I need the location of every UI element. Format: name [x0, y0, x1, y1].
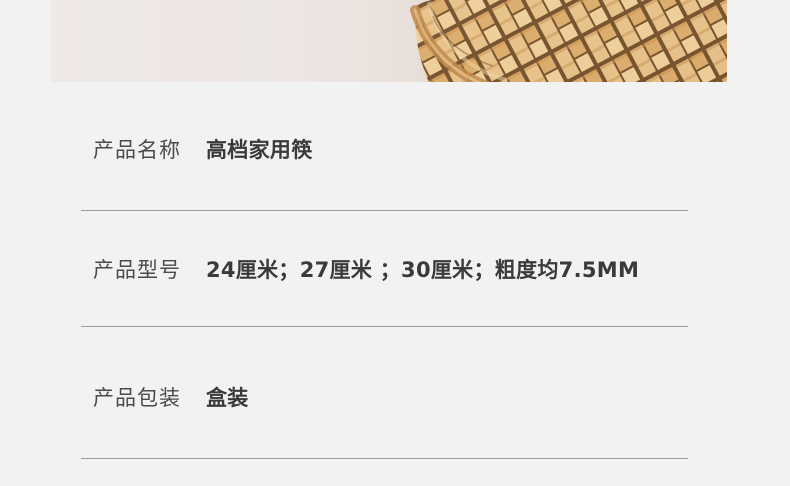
spec-label: 产品包装	[93, 386, 181, 410]
spec-label: 产品名称	[93, 138, 181, 162]
spec-value: 高档家用筷	[206, 138, 313, 162]
spec-row-package: 产品包装 盒装	[81, 327, 688, 458]
spec-value: 盒装	[206, 386, 249, 410]
spec-row-name: 产品名称 高档家用筷	[81, 90, 688, 210]
hero-image	[51, 0, 727, 82]
bamboo-basket-image	[397, 0, 727, 82]
spec-label: 产品型号	[93, 258, 181, 282]
row-divider	[81, 458, 688, 459]
spec-row-model: 产品型号 24厘米；27厘米 ；30厘米；粗度均7.5MM	[81, 211, 688, 326]
spec-value: 24厘米；27厘米 ；30厘米；粗度均7.5MM	[206, 258, 640, 282]
